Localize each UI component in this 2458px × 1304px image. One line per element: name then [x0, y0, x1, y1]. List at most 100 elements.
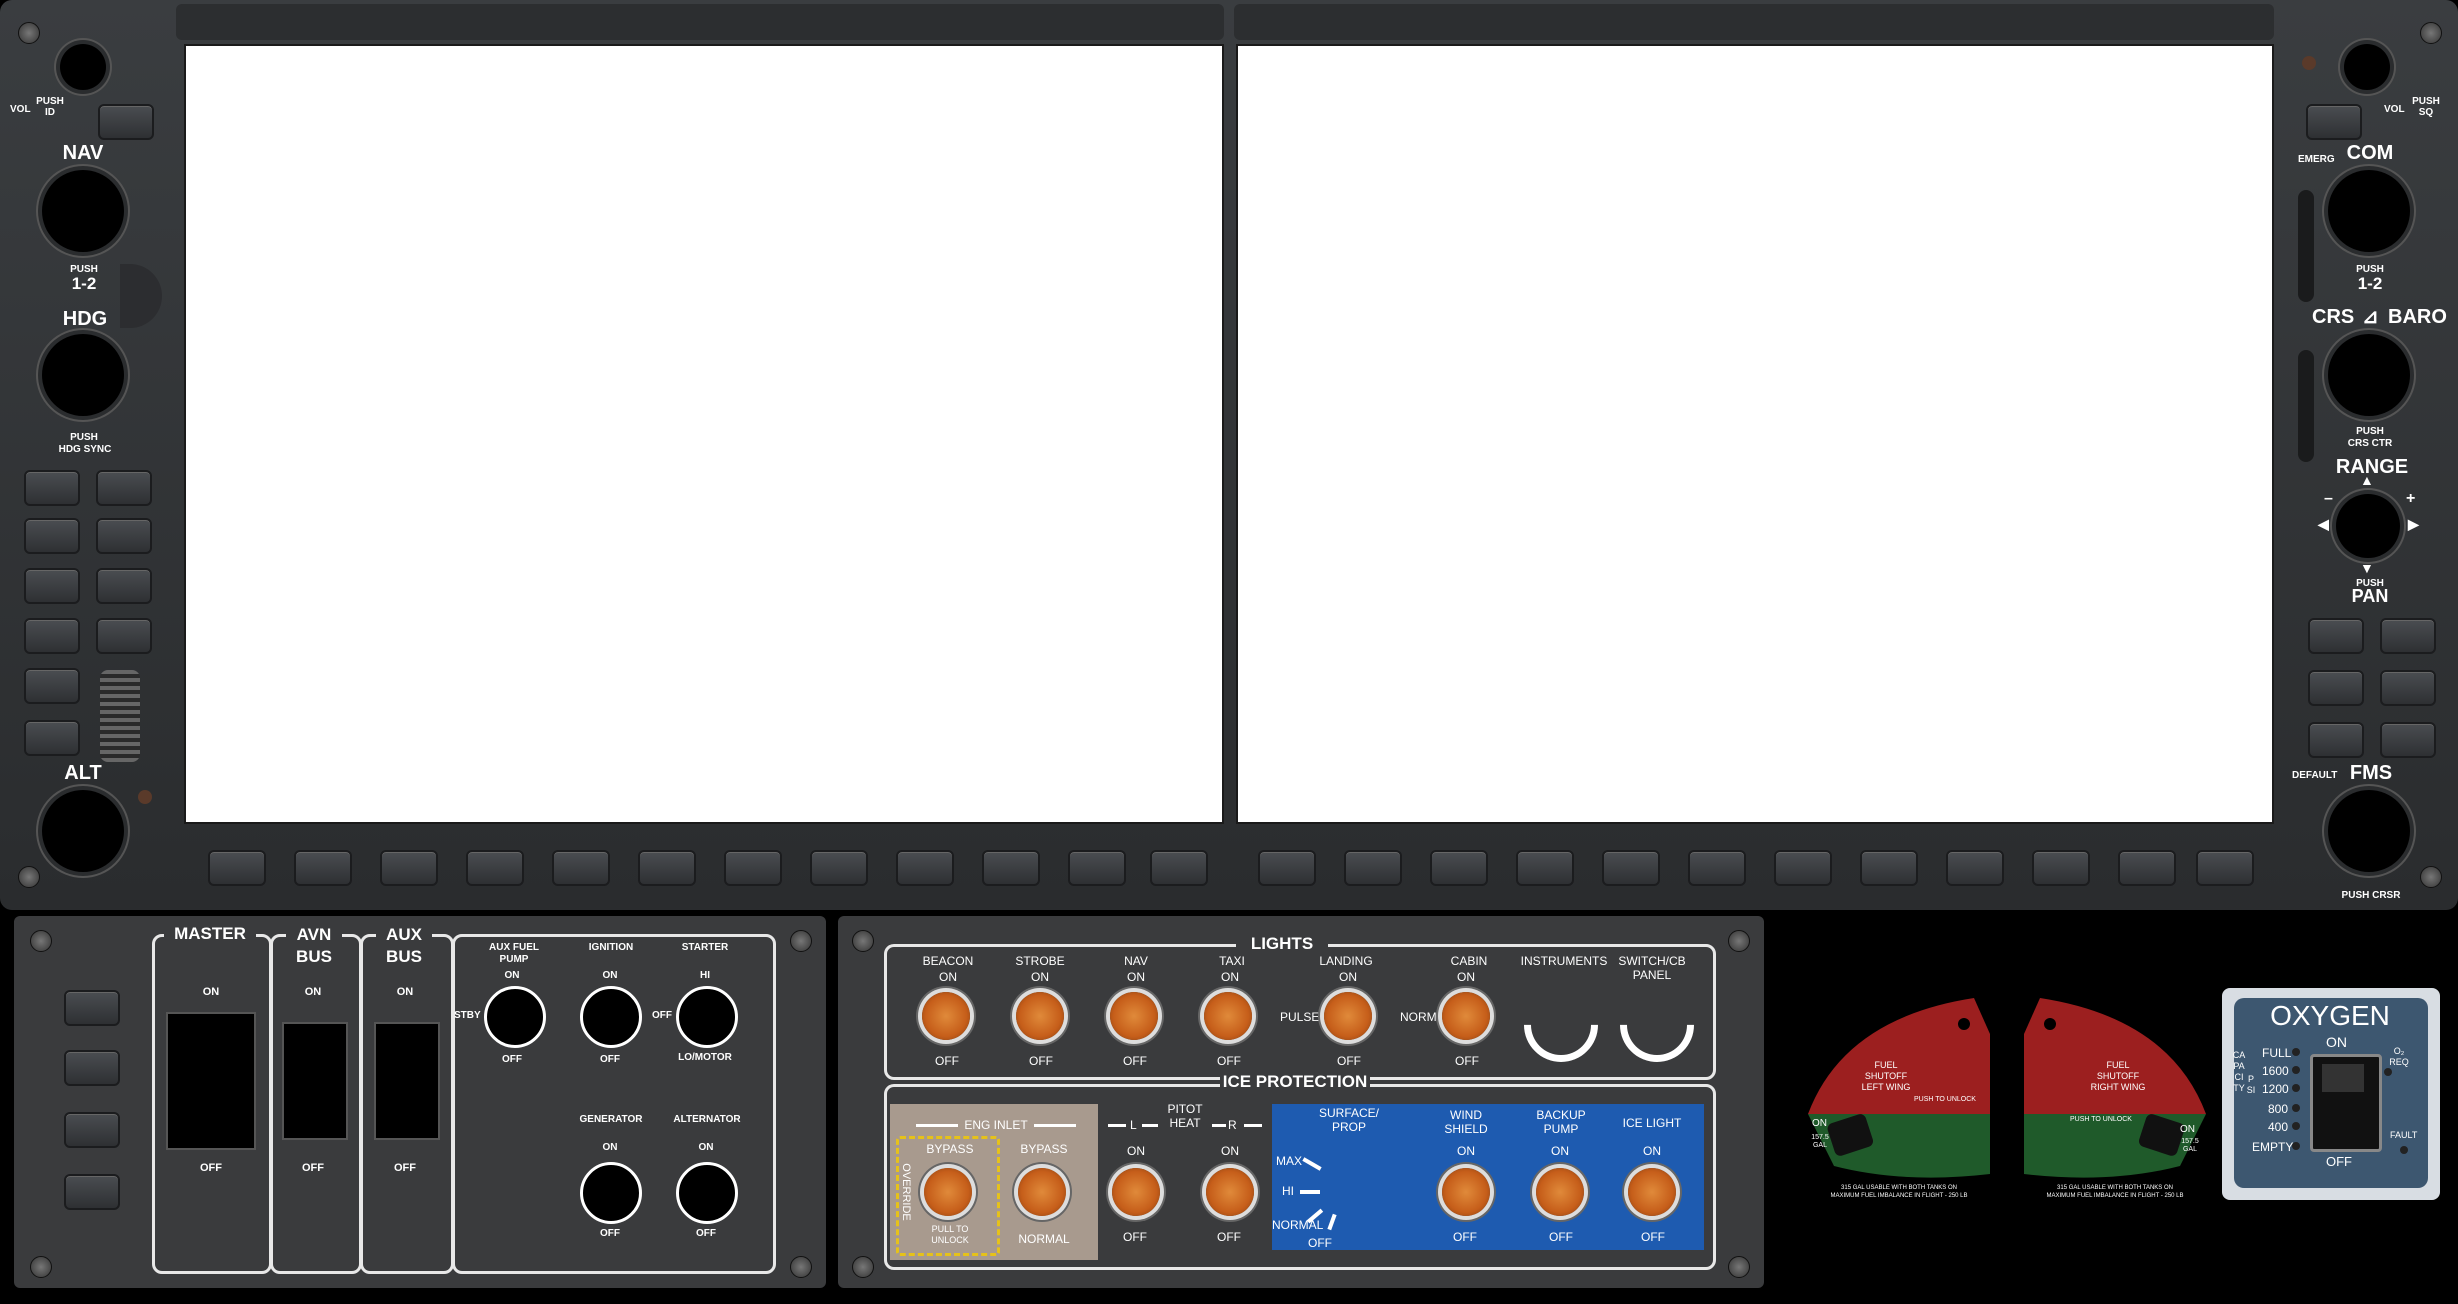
emerg-button[interactable] — [2306, 104, 2362, 140]
pitot-l-off-label: OFF — [1123, 1230, 1147, 1244]
starter-label: STARTER — [681, 942, 729, 953]
pan-up-icon: ▲ — [2360, 472, 2374, 488]
fuel-left-on: ON — [1812, 1118, 1827, 1129]
pfd-softkey[interactable] — [896, 850, 954, 886]
alternator-switch[interactable] — [676, 1162, 738, 1224]
nav-light-switch[interactable] — [1110, 992, 1158, 1040]
alt-knob[interactable] — [42, 790, 124, 872]
right-key[interactable] — [2380, 618, 2436, 654]
pfd-softkey[interactable] — [1150, 850, 1208, 886]
crs-baro-knob[interactable] — [2328, 334, 2410, 416]
strobe-label: STROBE — [1015, 954, 1065, 968]
pitot-l-switch[interactable] — [1112, 1168, 1160, 1216]
strobe-switch[interactable] — [1016, 992, 1064, 1040]
beacon-switch[interactable] — [922, 992, 970, 1040]
fuel-right-on: ON — [2180, 1124, 2195, 1135]
vol-knob[interactable] — [60, 44, 106, 90]
pfd-softkey[interactable] — [380, 850, 438, 886]
backup-pump-switch[interactable] — [1536, 1168, 1584, 1216]
nav-knob[interactable] — [42, 170, 124, 252]
range-pan-knob[interactable] — [2336, 494, 2400, 558]
pfd-softkey[interactable] — [810, 850, 868, 886]
hdg-knob[interactable] — [42, 334, 124, 416]
pfd-softkey[interactable] — [208, 850, 266, 886]
taxi-switch[interactable] — [1204, 992, 1252, 1040]
mfd-softkey[interactable] — [1602, 850, 1660, 886]
pfd-softkey[interactable] — [466, 850, 524, 886]
left-key[interactable] — [96, 518, 152, 554]
fms-knob[interactable] — [2328, 790, 2410, 872]
avn-bus-switch[interactable] — [282, 1022, 348, 1140]
com-tab[interactable] — [2298, 190, 2314, 302]
aux-fuel-pump-label: AUX FUEL PUMP — [489, 942, 539, 965]
left-key[interactable] — [24, 470, 80, 506]
left-key[interactable] — [24, 618, 80, 654]
fault-label: FAULT — [2390, 1130, 2418, 1140]
photocell — [2302, 56, 2316, 70]
right-key[interactable] — [2308, 670, 2364, 706]
master-switch[interactable] — [166, 1012, 256, 1150]
pitot-r-switch[interactable] — [1206, 1168, 1254, 1216]
aux-on-label: ON — [396, 986, 414, 998]
landing-on-label: ON — [1339, 970, 1357, 984]
mfd-softkey[interactable] — [2032, 850, 2090, 886]
bypass-override-switch[interactable] — [924, 1168, 972, 1216]
pfd-softkey[interactable] — [552, 850, 610, 886]
mfd-softkey[interactable] — [2196, 850, 2254, 886]
left-key[interactable] — [24, 720, 80, 756]
id-button[interactable] — [98, 104, 154, 140]
panel-key[interactable] — [64, 1112, 120, 1148]
left-key[interactable] — [96, 470, 152, 506]
aux-fuel-pump-switch[interactable] — [484, 986, 546, 1048]
pfd-softkey[interactable] — [1068, 850, 1126, 886]
aux-bus-switch[interactable] — [374, 1022, 440, 1140]
backup-on-label: ON — [1551, 1144, 1569, 1158]
screw — [1728, 930, 1750, 952]
panel-key[interactable] — [64, 1050, 120, 1086]
pfd-softkey[interactable] — [638, 850, 696, 886]
mfd-softkey[interactable] — [1516, 850, 1574, 886]
mfd-softkey[interactable] — [1860, 850, 1918, 886]
left-key[interactable] — [96, 568, 152, 604]
windshield-switch[interactable] — [1442, 1168, 1490, 1216]
pfd-softkey[interactable] — [724, 850, 782, 886]
baro-tab[interactable] — [2298, 350, 2314, 462]
pitot-rule-left — [1108, 1124, 1126, 1127]
mfd-softkey[interactable] — [1774, 850, 1832, 886]
left-key[interactable] — [96, 618, 152, 654]
brightness-thumbwheel[interactable] — [100, 670, 140, 762]
right-key[interactable] — [2308, 618, 2364, 654]
mfd-softkey[interactable] — [1946, 850, 2004, 886]
mfd-softkey[interactable] — [2118, 850, 2176, 886]
com-knob[interactable] — [2328, 170, 2410, 252]
mfd-softkey[interactable] — [1258, 850, 1316, 886]
right-key[interactable] — [2308, 722, 2364, 758]
landing-switch[interactable] — [1324, 992, 1372, 1040]
pfd-softkey[interactable] — [294, 850, 352, 886]
left-key[interactable] — [24, 568, 80, 604]
alternator-off-label: OFF — [696, 1228, 716, 1239]
cabin-switch[interactable] — [1442, 992, 1490, 1040]
fault-led — [2400, 1146, 2408, 1154]
mfd-softkey[interactable] — [1344, 850, 1402, 886]
screw — [2420, 866, 2442, 888]
aux-bus-label: AUX BUS — [376, 924, 432, 968]
bypass-override-label: BYPASS — [926, 1142, 974, 1156]
panel-key[interactable] — [64, 990, 120, 1026]
ignition-on-label: ON — [602, 970, 618, 981]
right-key[interactable] — [2380, 722, 2436, 758]
generator-switch[interactable] — [580, 1162, 642, 1224]
mfd-softkey[interactable] — [1430, 850, 1488, 886]
bypass-normal-switch[interactable] — [1018, 1168, 1066, 1216]
ice-light-switch[interactable] — [1628, 1168, 1676, 1216]
left-key[interactable] — [24, 668, 80, 704]
mfd-softkey[interactable] — [1688, 850, 1746, 886]
psi-label: PSI — [2246, 1074, 2256, 1095]
right-key[interactable] — [2380, 670, 2436, 706]
starter-switch[interactable] — [676, 986, 738, 1048]
ignition-switch[interactable] — [580, 986, 642, 1048]
left-key[interactable] — [24, 518, 80, 554]
pfd-softkey[interactable] — [982, 850, 1040, 886]
com-vol-knob[interactable] — [2344, 44, 2390, 90]
panel-key[interactable] — [64, 1174, 120, 1210]
